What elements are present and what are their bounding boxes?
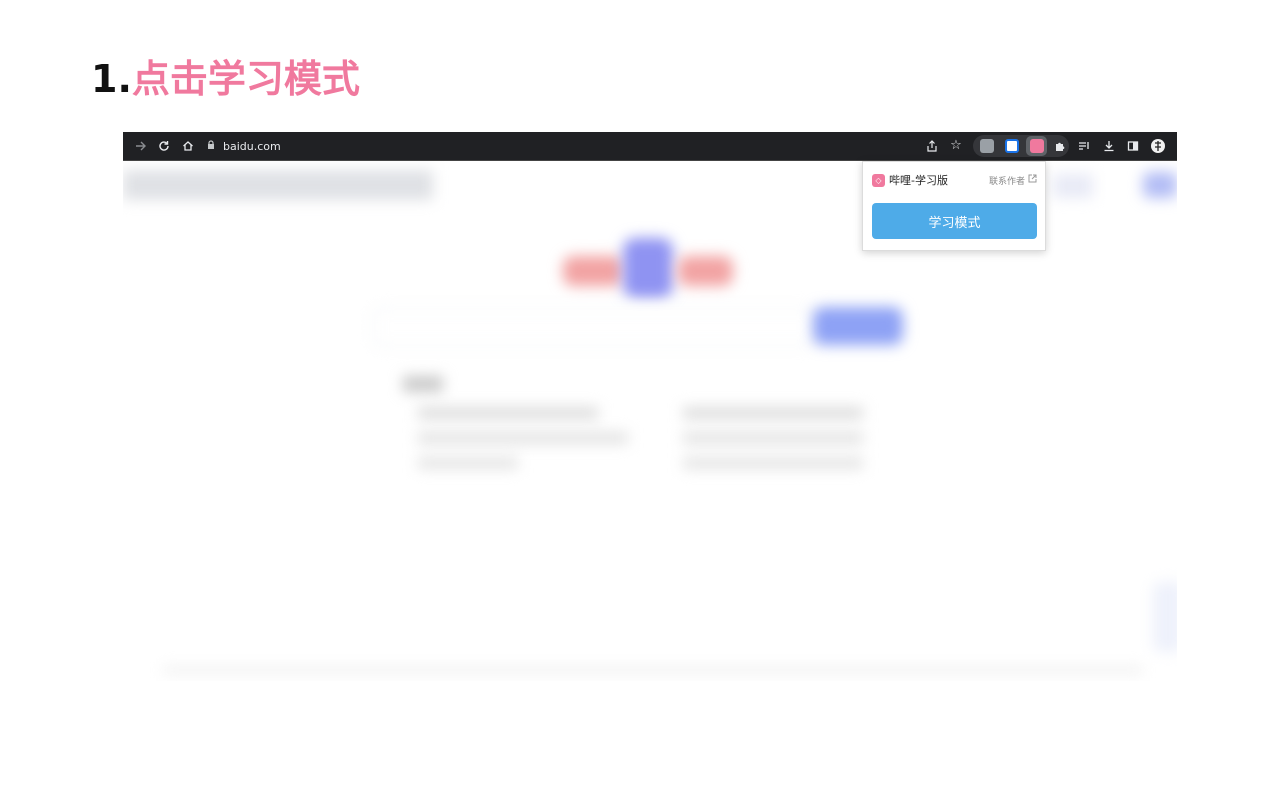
bili-logo-icon: ◇ xyxy=(872,173,885,187)
blurred-logo-right xyxy=(678,256,733,286)
popup-title: 哔哩-学习版 xyxy=(889,174,948,187)
puzzle-icon[interactable] xyxy=(1051,137,1069,155)
forward-arrow-icon[interactable] xyxy=(132,137,150,155)
blurred-hot-line xyxy=(683,432,863,444)
blurred-footer xyxy=(163,667,1143,673)
popup-brand: ◇ 哔哩-学习版 xyxy=(872,172,948,188)
blurred-search-box xyxy=(373,307,817,347)
star-icon[interactable]: ☆ xyxy=(947,137,965,155)
blurred-top-right xyxy=(1053,174,1093,198)
bili-extension-icon[interactable] xyxy=(1030,139,1044,153)
download-icon[interactable] xyxy=(1100,137,1118,155)
browser-screenshot: baidu.com ☆ ◇ 哔哩-学习版 联系作者 学习模式 xyxy=(123,132,1177,681)
side-panel-icon[interactable] xyxy=(1124,137,1142,155)
blurred-hot-line xyxy=(683,407,863,419)
blurred-hot-line xyxy=(683,457,863,469)
blurred-hot-line xyxy=(418,407,598,419)
step-number: 1. xyxy=(91,57,132,101)
popup-header: ◇ 哔哩-学习版 联系作者 xyxy=(872,172,1037,188)
study-mode-button[interactable]: 学习模式 xyxy=(872,203,1037,239)
url-text: baidu.com xyxy=(223,140,281,153)
browser-toolbar: baidu.com ☆ xyxy=(123,132,1177,161)
profile-avatar-icon[interactable] xyxy=(1149,137,1167,155)
contact-author-label: 联系作者 xyxy=(988,176,1025,187)
step-text: 点击学习模式 xyxy=(131,57,360,101)
extension-popup: ◇ 哔哩-学习版 联系作者 学习模式 xyxy=(862,161,1046,251)
blurred-hot-title xyxy=(403,376,443,392)
camera-extension-icon[interactable] xyxy=(980,139,994,153)
step-title: 1.点击学习模式 xyxy=(91,55,360,103)
blurred-side-widget xyxy=(1153,582,1177,652)
blurred-logo-left xyxy=(563,256,623,286)
contact-author-link[interactable]: 联系作者 xyxy=(989,174,1037,187)
home-icon[interactable] xyxy=(179,137,197,155)
share-icon[interactable] xyxy=(923,137,941,155)
blurred-top-bar xyxy=(123,170,433,200)
blurred-hot-line xyxy=(418,457,518,469)
blurred-hot-line xyxy=(418,432,628,444)
reading-list-icon[interactable] xyxy=(1075,137,1093,155)
omnibox[interactable]: baidu.com xyxy=(207,136,281,157)
blurred-logo-center xyxy=(623,238,673,298)
blue-extension-icon[interactable] xyxy=(1005,139,1019,153)
blurred-search-button xyxy=(813,307,903,345)
blurred-top-right-button xyxy=(1143,172,1177,198)
external-link-icon xyxy=(1028,174,1037,186)
lock-icon xyxy=(207,140,215,153)
reload-icon[interactable] xyxy=(155,137,173,155)
